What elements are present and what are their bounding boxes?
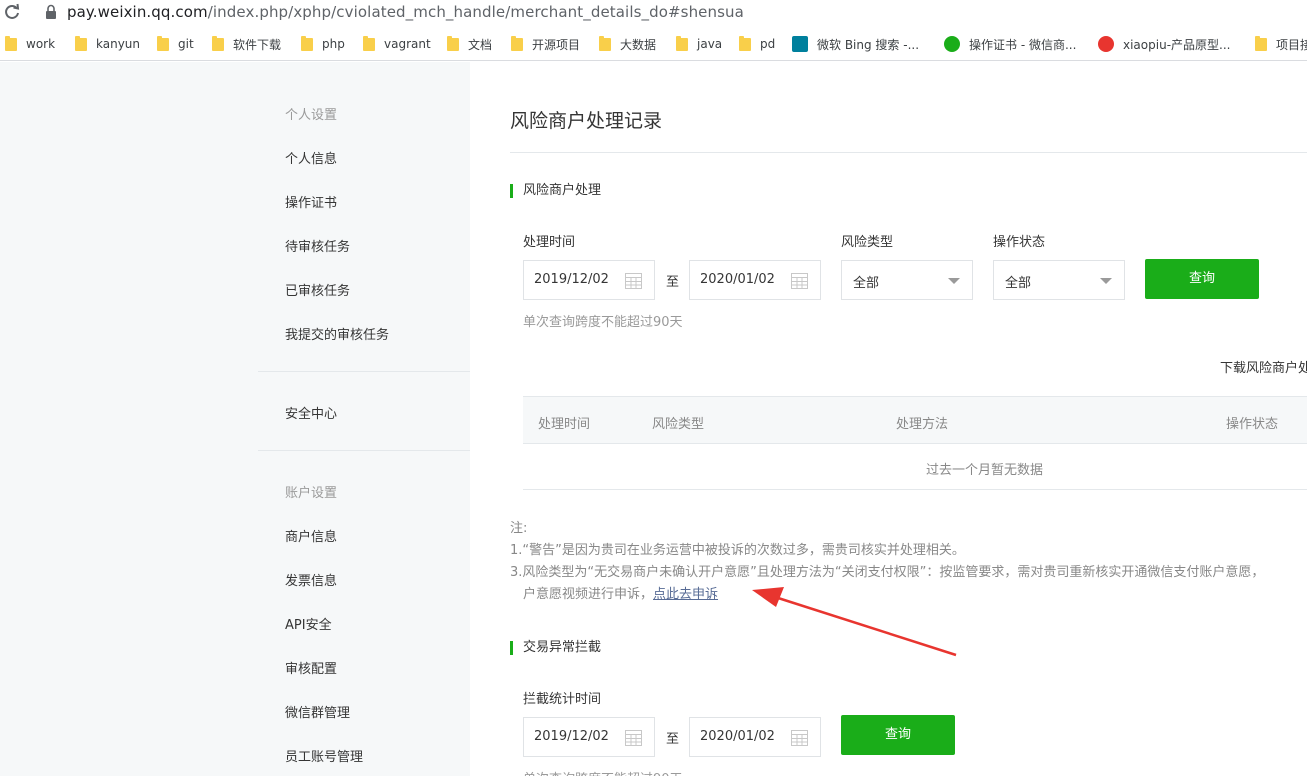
sidebar-item-invoice-info[interactable]: 发票信息 xyxy=(285,570,337,589)
bookmark-software[interactable]: 软件下载 xyxy=(212,35,281,53)
address-bar[interactable]: pay.weixin.qq.com/index.php/xphp/cviolat… xyxy=(0,0,1307,27)
sidebar-group-personal: 个人设置 xyxy=(285,108,338,123)
folder-icon xyxy=(447,35,459,51)
chevron-down-icon xyxy=(948,278,960,284)
intercept-end-date-value: 2020/01/02 xyxy=(700,729,775,744)
query-span-hint: 单次查询跨度不能超过90天 xyxy=(523,315,683,330)
section-title-intercept: 交易异常拦截 xyxy=(510,641,601,655)
intercept-span-hint: 单次查询跨度不能超过90天 xyxy=(523,768,683,776)
bookmark-work[interactable]: work xyxy=(5,35,55,53)
folder-icon xyxy=(511,35,523,51)
wechat-pay-icon xyxy=(944,36,960,52)
sidebar-item-pending-tasks[interactable]: 待审核任务 xyxy=(285,236,350,255)
intercept-start-date-value: 2019/12/02 xyxy=(534,729,609,744)
end-date-input[interactable]: 2020/01/02 xyxy=(689,260,821,300)
risk-type-label: 风险类型 xyxy=(841,235,894,250)
start-date-value: 2019/12/02 xyxy=(534,272,609,287)
folder-icon xyxy=(1255,35,1267,51)
folder-icon xyxy=(5,35,17,51)
column-header: 处理时间 xyxy=(538,417,591,432)
chevron-down-icon xyxy=(1100,278,1112,284)
status-select[interactable]: 全部 xyxy=(993,260,1125,300)
download-risk-merchant-link[interactable]: 下载风险商户处 xyxy=(1220,357,1307,376)
bookmark-kanyun[interactable]: kanyun xyxy=(75,35,140,53)
calendar-icon[interactable] xyxy=(791,272,808,289)
bookmark-wechat-pay[interactable]: 操作证书 - 微信商... xyxy=(944,35,1076,53)
note-line-3: 3.风险类型为“无交易商户未确认开户意愿”且处理方法为“关闭支付权限”：按监管要… xyxy=(510,565,1265,580)
intercept-query-button[interactable]: 查询 xyxy=(841,715,955,755)
bookmark-pd[interactable]: pd xyxy=(739,35,775,53)
intercept-end-date-input[interactable]: 2020/01/02 xyxy=(689,717,821,757)
sidebar-item-merchant-info[interactable]: 商户信息 xyxy=(285,526,337,545)
empty-state-text: 过去一个月暂无数据 xyxy=(926,463,1044,478)
notes-heading: 注: xyxy=(510,521,528,536)
bookmark-xiaopiu[interactable]: xiaopiu-产品原型... xyxy=(1098,35,1230,53)
folder-icon xyxy=(157,35,169,51)
sidebar-divider xyxy=(258,450,470,451)
sidebar: 个人设置 个人信息 操作证书 待审核任务 已审核任务 我提交的审核任务 安全中心… xyxy=(0,62,470,776)
folder-icon xyxy=(599,35,611,51)
start-date-input[interactable]: 2019/12/02 xyxy=(523,260,655,300)
reload-icon[interactable] xyxy=(4,3,20,21)
column-header: 操作状态 xyxy=(1226,417,1279,432)
bookmark-opensource[interactable]: 开源项目 xyxy=(511,35,580,53)
lock-icon xyxy=(45,4,57,20)
sidebar-item-reviewed-tasks[interactable]: 已审核任务 xyxy=(285,280,350,299)
calendar-icon[interactable] xyxy=(791,729,808,746)
table-empty-row: 过去一个月暂无数据 xyxy=(523,444,1307,490)
calendar-icon[interactable] xyxy=(625,729,642,746)
bookmark-project[interactable]: 项目接 xyxy=(1255,35,1307,53)
folder-icon xyxy=(363,35,375,51)
bing-icon xyxy=(792,36,808,52)
note-line-3-cont-text: 户意愿视频进行申诉， xyxy=(523,587,654,602)
page-title: 风险商户处理记录 xyxy=(510,110,663,132)
url-text[interactable]: pay.weixin.qq.com/index.php/xphp/cviolat… xyxy=(67,3,744,21)
folder-icon xyxy=(301,35,313,51)
end-date-value: 2020/01/02 xyxy=(700,272,775,287)
title-divider xyxy=(510,152,1307,153)
bookmark-bigdata[interactable]: 大数据 xyxy=(599,35,656,53)
folder-icon xyxy=(676,35,688,51)
folder-icon xyxy=(75,35,87,51)
calendar-icon[interactable] xyxy=(625,272,642,289)
bookmark-bing[interactable]: 微软 Bing 搜索 -... xyxy=(792,35,919,53)
sidebar-item-certificate[interactable]: 操作证书 xyxy=(285,192,337,211)
status-value: 全部 xyxy=(1005,276,1032,291)
intercept-start-date-input[interactable]: 2019/12/02 xyxy=(523,717,655,757)
risk-type-select[interactable]: 全部 xyxy=(841,260,973,300)
xiaopiu-icon xyxy=(1098,36,1114,52)
column-header: 处理方法 xyxy=(896,417,949,432)
risk-type-value: 全部 xyxy=(853,276,880,291)
date-range-separator: 至 xyxy=(666,275,680,290)
bookmark-java[interactable]: java xyxy=(676,35,722,53)
sidebar-divider xyxy=(258,371,470,372)
bookmark-php[interactable]: php xyxy=(301,35,345,53)
folder-icon xyxy=(739,35,751,51)
sidebar-item-review-config[interactable]: 审核配置 xyxy=(285,658,337,677)
appeal-link[interactable]: 点此去申诉 xyxy=(653,587,718,602)
query-button[interactable]: 查询 xyxy=(1145,259,1259,299)
sidebar-item-wechat-group[interactable]: 微信群管理 xyxy=(285,702,350,721)
bookmark-vagrant[interactable]: vagrant xyxy=(363,35,431,53)
main-content: 风险商户处理记录 风险商户处理 处理时间 2019/12/02 至 2020/0… xyxy=(470,62,1307,776)
column-header: 风险类型 xyxy=(652,417,705,432)
bookmarks-bar: work kanyun git 软件下载 php vagrant 文档 开源项目… xyxy=(0,27,1307,61)
sidebar-item-staff-accounts[interactable]: 员工账号管理 xyxy=(285,746,363,765)
note-line-1: 1.“警告”是因为贵司在业务运营中被投诉的次数过多，需贵司核实并处理相关。 xyxy=(510,543,965,558)
sidebar-item-api-security[interactable]: API安全 xyxy=(285,614,332,633)
date-range-separator: 至 xyxy=(666,732,680,747)
sidebar-item-my-submitted[interactable]: 我提交的审核任务 xyxy=(285,324,389,343)
intercept-time-label: 拦截统计时间 xyxy=(523,692,602,707)
bookmark-docs[interactable]: 文档 xyxy=(447,35,492,53)
process-time-label: 处理时间 xyxy=(523,235,576,250)
sidebar-item-security-center[interactable]: 安全中心 xyxy=(285,403,337,422)
sidebar-group-account: 账户设置 xyxy=(285,486,338,501)
status-label: 操作状态 xyxy=(993,235,1046,250)
table-header: 处理时间 风险类型 处理方法 操作状态 xyxy=(523,396,1307,444)
sidebar-item-personal-info[interactable]: 个人信息 xyxy=(285,148,337,167)
bookmark-git[interactable]: git xyxy=(157,35,194,53)
note-line-3-continued: 户意愿视频进行申诉，点此去申诉 xyxy=(523,583,718,602)
folder-icon xyxy=(212,35,224,51)
section-title-risk: 风险商户处理 xyxy=(510,184,601,198)
